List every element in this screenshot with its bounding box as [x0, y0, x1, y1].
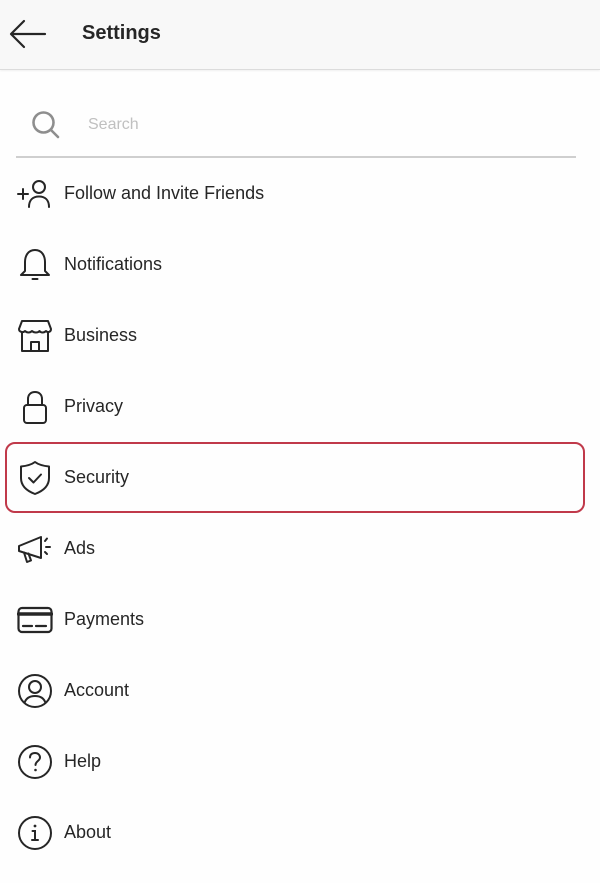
arrow-left-icon — [9, 19, 47, 49]
menu-item-label: About — [64, 822, 112, 842]
search-bar — [16, 100, 576, 158]
menu-item-account[interactable]: Account — [5, 655, 585, 726]
menu-item-notifications[interactable]: Notifications — [5, 229, 585, 300]
bell-icon — [17, 247, 53, 283]
menu-item-label: Security — [64, 467, 130, 487]
shield-check-icon — [17, 460, 53, 496]
menu-item-label: Ads — [64, 538, 96, 558]
menu-item-follow-invite-friends[interactable]: Follow and Invite Friends — [5, 158, 585, 229]
credit-card-icon — [17, 602, 53, 638]
menu-item-business[interactable]: Business — [5, 300, 585, 371]
menu-item-ads[interactable]: Ads — [5, 513, 585, 584]
menu-item-about[interactable]: About — [5, 797, 585, 868]
menu-item-label: Privacy — [64, 396, 124, 416]
add-person-icon — [17, 176, 53, 212]
megaphone-icon — [17, 531, 53, 567]
account-circle-icon — [17, 673, 53, 709]
menu-item-label: Follow and Invite Friends — [64, 183, 265, 203]
menu-item-privacy[interactable]: Privacy — [5, 371, 585, 442]
page-title: Settings — [82, 22, 161, 44]
app-header: Settings — [0, 0, 600, 70]
menu-item-label: Account — [64, 680, 130, 700]
menu-item-label: Payments — [64, 609, 145, 629]
menu-item-label: Help — [64, 751, 102, 771]
storefront-icon — [17, 318, 53, 354]
menu-item-label: Notifications — [64, 254, 163, 274]
search-icon — [32, 111, 60, 139]
menu-item-security[interactable]: Security — [5, 442, 585, 513]
search-input[interactable] — [88, 110, 558, 140]
help-circle-icon — [17, 744, 53, 780]
menu-item-help[interactable]: Help — [5, 726, 585, 797]
lock-icon — [17, 389, 53, 425]
menu-item-label: Business — [64, 325, 138, 345]
menu-item-payments[interactable]: Payments — [5, 584, 585, 655]
back-button[interactable] — [8, 16, 48, 52]
info-circle-icon — [17, 815, 53, 851]
